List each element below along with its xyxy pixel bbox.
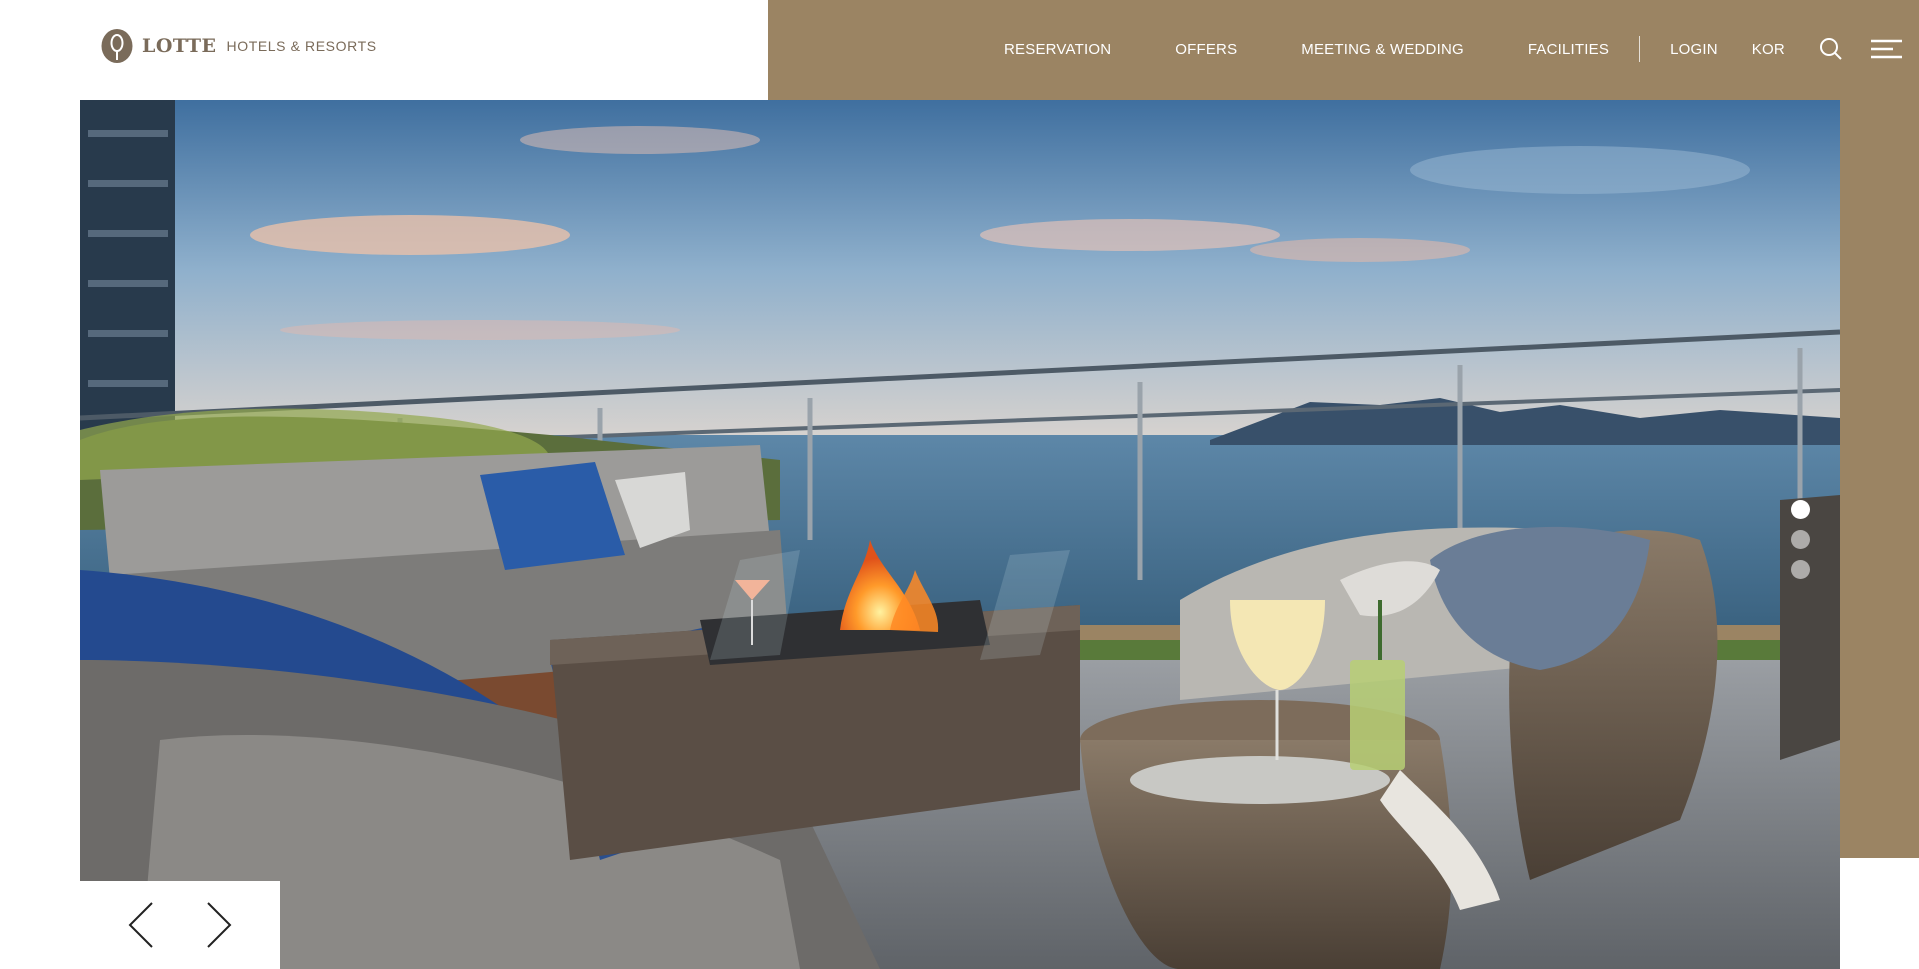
slide-dot-3[interactable] <box>1791 560 1810 579</box>
nav-reservation[interactable]: RESERVATION <box>1004 41 1111 58</box>
lotte-emblem-icon <box>101 29 133 63</box>
next-slide-button[interactable] <box>199 897 239 953</box>
search-icon <box>1819 38 1842 60</box>
nav-offers[interactable]: OFFERS <box>1175 41 1237 58</box>
rooftop-terrace-ocean-view-photo <box>80 100 1840 969</box>
language-toggle[interactable]: KOR <box>1752 41 1785 58</box>
login-link[interactable]: LOGIN <box>1670 41 1718 58</box>
nav-divider <box>1639 36 1641 62</box>
brand-subtitle: HOTELS & RESORTS <box>226 38 377 54</box>
hamburger-menu-icon <box>1870 39 1902 59</box>
nav-meeting-wedding[interactable]: MEETING & WEDDING <box>1301 41 1464 58</box>
main-navigation: RESERVATION OFFERS MEETING & WEDDING FAC… <box>1004 0 1902 98</box>
nav-facilities[interactable]: FACILITIES <box>1528 41 1609 58</box>
slide-indicators <box>1791 500 1810 579</box>
chevron-left-icon <box>128 902 153 948</box>
slide-dot-2[interactable] <box>1791 530 1810 549</box>
menu-button[interactable] <box>1870 39 1902 59</box>
chevron-right-icon <box>207 902 232 948</box>
search-button[interactable] <box>1819 37 1843 61</box>
brand-name: LOTTE <box>142 35 217 57</box>
slider-arrow-controls <box>80 881 280 969</box>
brand-logo[interactable]: LOTTE HOTELS & RESORTS <box>100 28 377 64</box>
slide-dot-1[interactable] <box>1791 500 1810 519</box>
previous-slide-button[interactable] <box>121 897 161 953</box>
hero-slider[interactable] <box>80 100 1840 969</box>
